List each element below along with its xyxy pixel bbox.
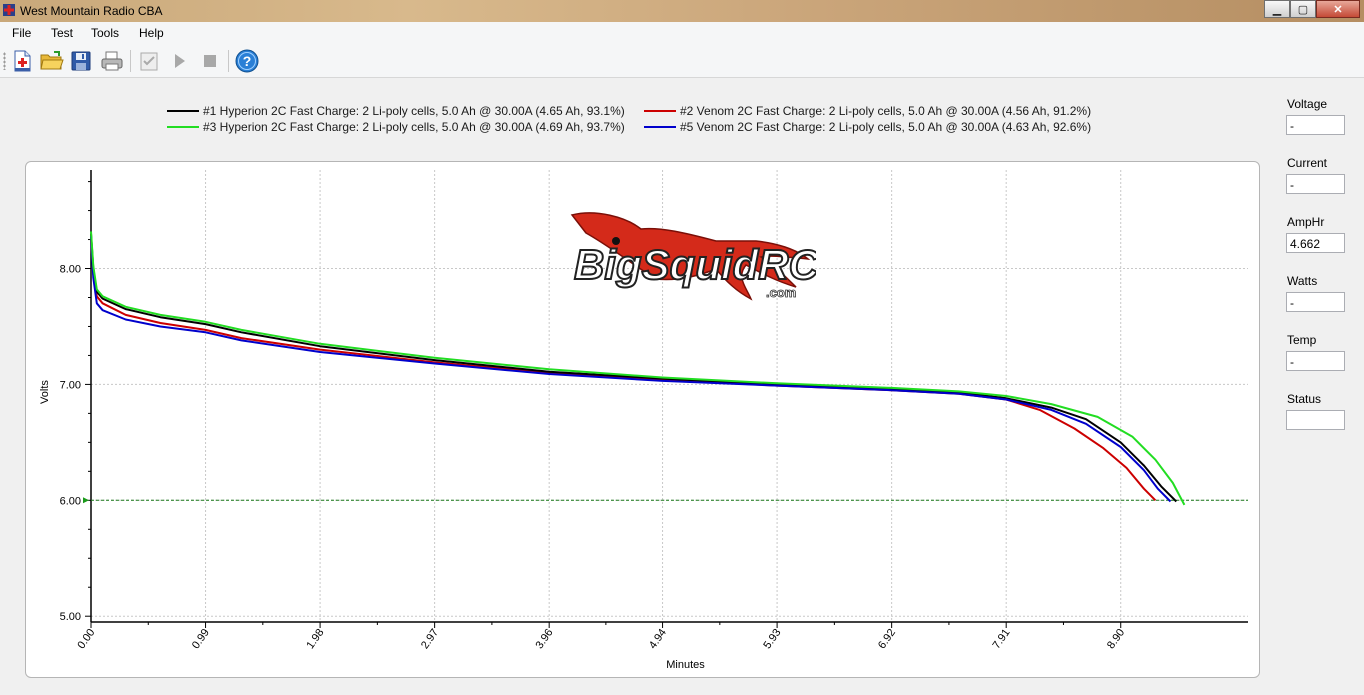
save-icon[interactable] [69, 49, 93, 73]
x-tick-label: 6.92 [876, 627, 898, 651]
menu-file[interactable]: File [12, 26, 31, 40]
x-tick-label: 0.99 [190, 627, 212, 651]
stop-icon[interactable] [198, 49, 222, 73]
app-icon [3, 4, 15, 16]
x-tick-label: 4.94 [647, 627, 669, 651]
legend-entry-5: #5 Venom 2C Fast Charge: 2 Li-poly cells… [644, 120, 1091, 136]
status-value-field [1286, 410, 1345, 430]
x-tick-label: 8.90 [1105, 627, 1127, 651]
svg-text:?: ? [243, 53, 252, 69]
menu-test[interactable]: Test [51, 26, 73, 40]
close-button[interactable]: ✕ [1316, 0, 1360, 18]
voltage-label: Voltage [1287, 97, 1328, 111]
window-title: West Mountain Radio CBA [20, 4, 163, 18]
legend-entry-3: #3 Hyperion 2C Fast Charge: 2 Li-poly ce… [167, 120, 625, 136]
new-test-icon[interactable] [10, 49, 34, 73]
maximize-button[interactable]: ▢ [1290, 0, 1316, 18]
y-tick-label: 5.00 [60, 611, 81, 623]
current-value-field: - [1286, 174, 1345, 194]
watermark-suffix: .com [766, 285, 796, 300]
y-tick-label: 7.00 [60, 379, 81, 391]
watts-label: Watts [1287, 274, 1318, 288]
watts-value-field: - [1286, 292, 1345, 312]
bigsquidrc-logo: BigSquidRC .com [566, 207, 821, 307]
menu-bar: File Test Tools Help [0, 22, 1364, 44]
toolbar: ? [0, 44, 1364, 78]
toolbar-grip[interactable] [3, 52, 6, 70]
watermark-text: BigSquidRC [574, 241, 816, 288]
amphr-label: AmpHr [1287, 215, 1325, 229]
y-tick-label: 8.00 [60, 264, 81, 276]
current-label: Current [1287, 156, 1328, 170]
print-icon[interactable] [100, 49, 124, 73]
checklist-icon[interactable] [137, 49, 161, 73]
x-tick-label: 2.97 [419, 627, 441, 651]
amphr-value-field: 4.662 [1286, 233, 1345, 253]
temp-label: Temp [1287, 333, 1317, 347]
menu-help[interactable]: Help [139, 26, 164, 40]
status-label: Status [1287, 392, 1322, 406]
y-axis-label: Volts [39, 380, 51, 404]
open-folder-icon[interactable] [40, 49, 64, 73]
x-tick-label: 1.98 [304, 627, 326, 651]
x-tick-label: 3.96 [534, 627, 556, 651]
x-axis-label: Minutes [666, 659, 705, 671]
menu-tools[interactable]: Tools [91, 26, 119, 40]
temp-value-field: - [1286, 351, 1345, 371]
x-tick-label: 0.00 [75, 627, 97, 651]
legend-entry-1: #1 Hyperion 2C Fast Charge: 2 Li-poly ce… [167, 104, 625, 120]
help-icon[interactable]: ? [235, 49, 259, 73]
x-tick-label: 7.91 [991, 627, 1013, 651]
play-icon[interactable] [168, 49, 192, 73]
voltage-value-field: - [1286, 115, 1345, 135]
x-tick-label: 5.93 [761, 627, 783, 651]
title-bar: West Mountain Radio CBA ▁ ▢ ✕ [0, 0, 1364, 22]
legend-entry-2: #2 Venom 2C Fast Charge: 2 Li-poly cells… [644, 104, 1091, 120]
chart-legend: #1 Hyperion 2C Fast Charge: 2 Li-poly ce… [0, 100, 1270, 140]
minimize-button[interactable]: ▁ [1264, 0, 1290, 18]
cutoff-marker [83, 497, 89, 504]
y-tick-label: 6.00 [60, 495, 81, 507]
